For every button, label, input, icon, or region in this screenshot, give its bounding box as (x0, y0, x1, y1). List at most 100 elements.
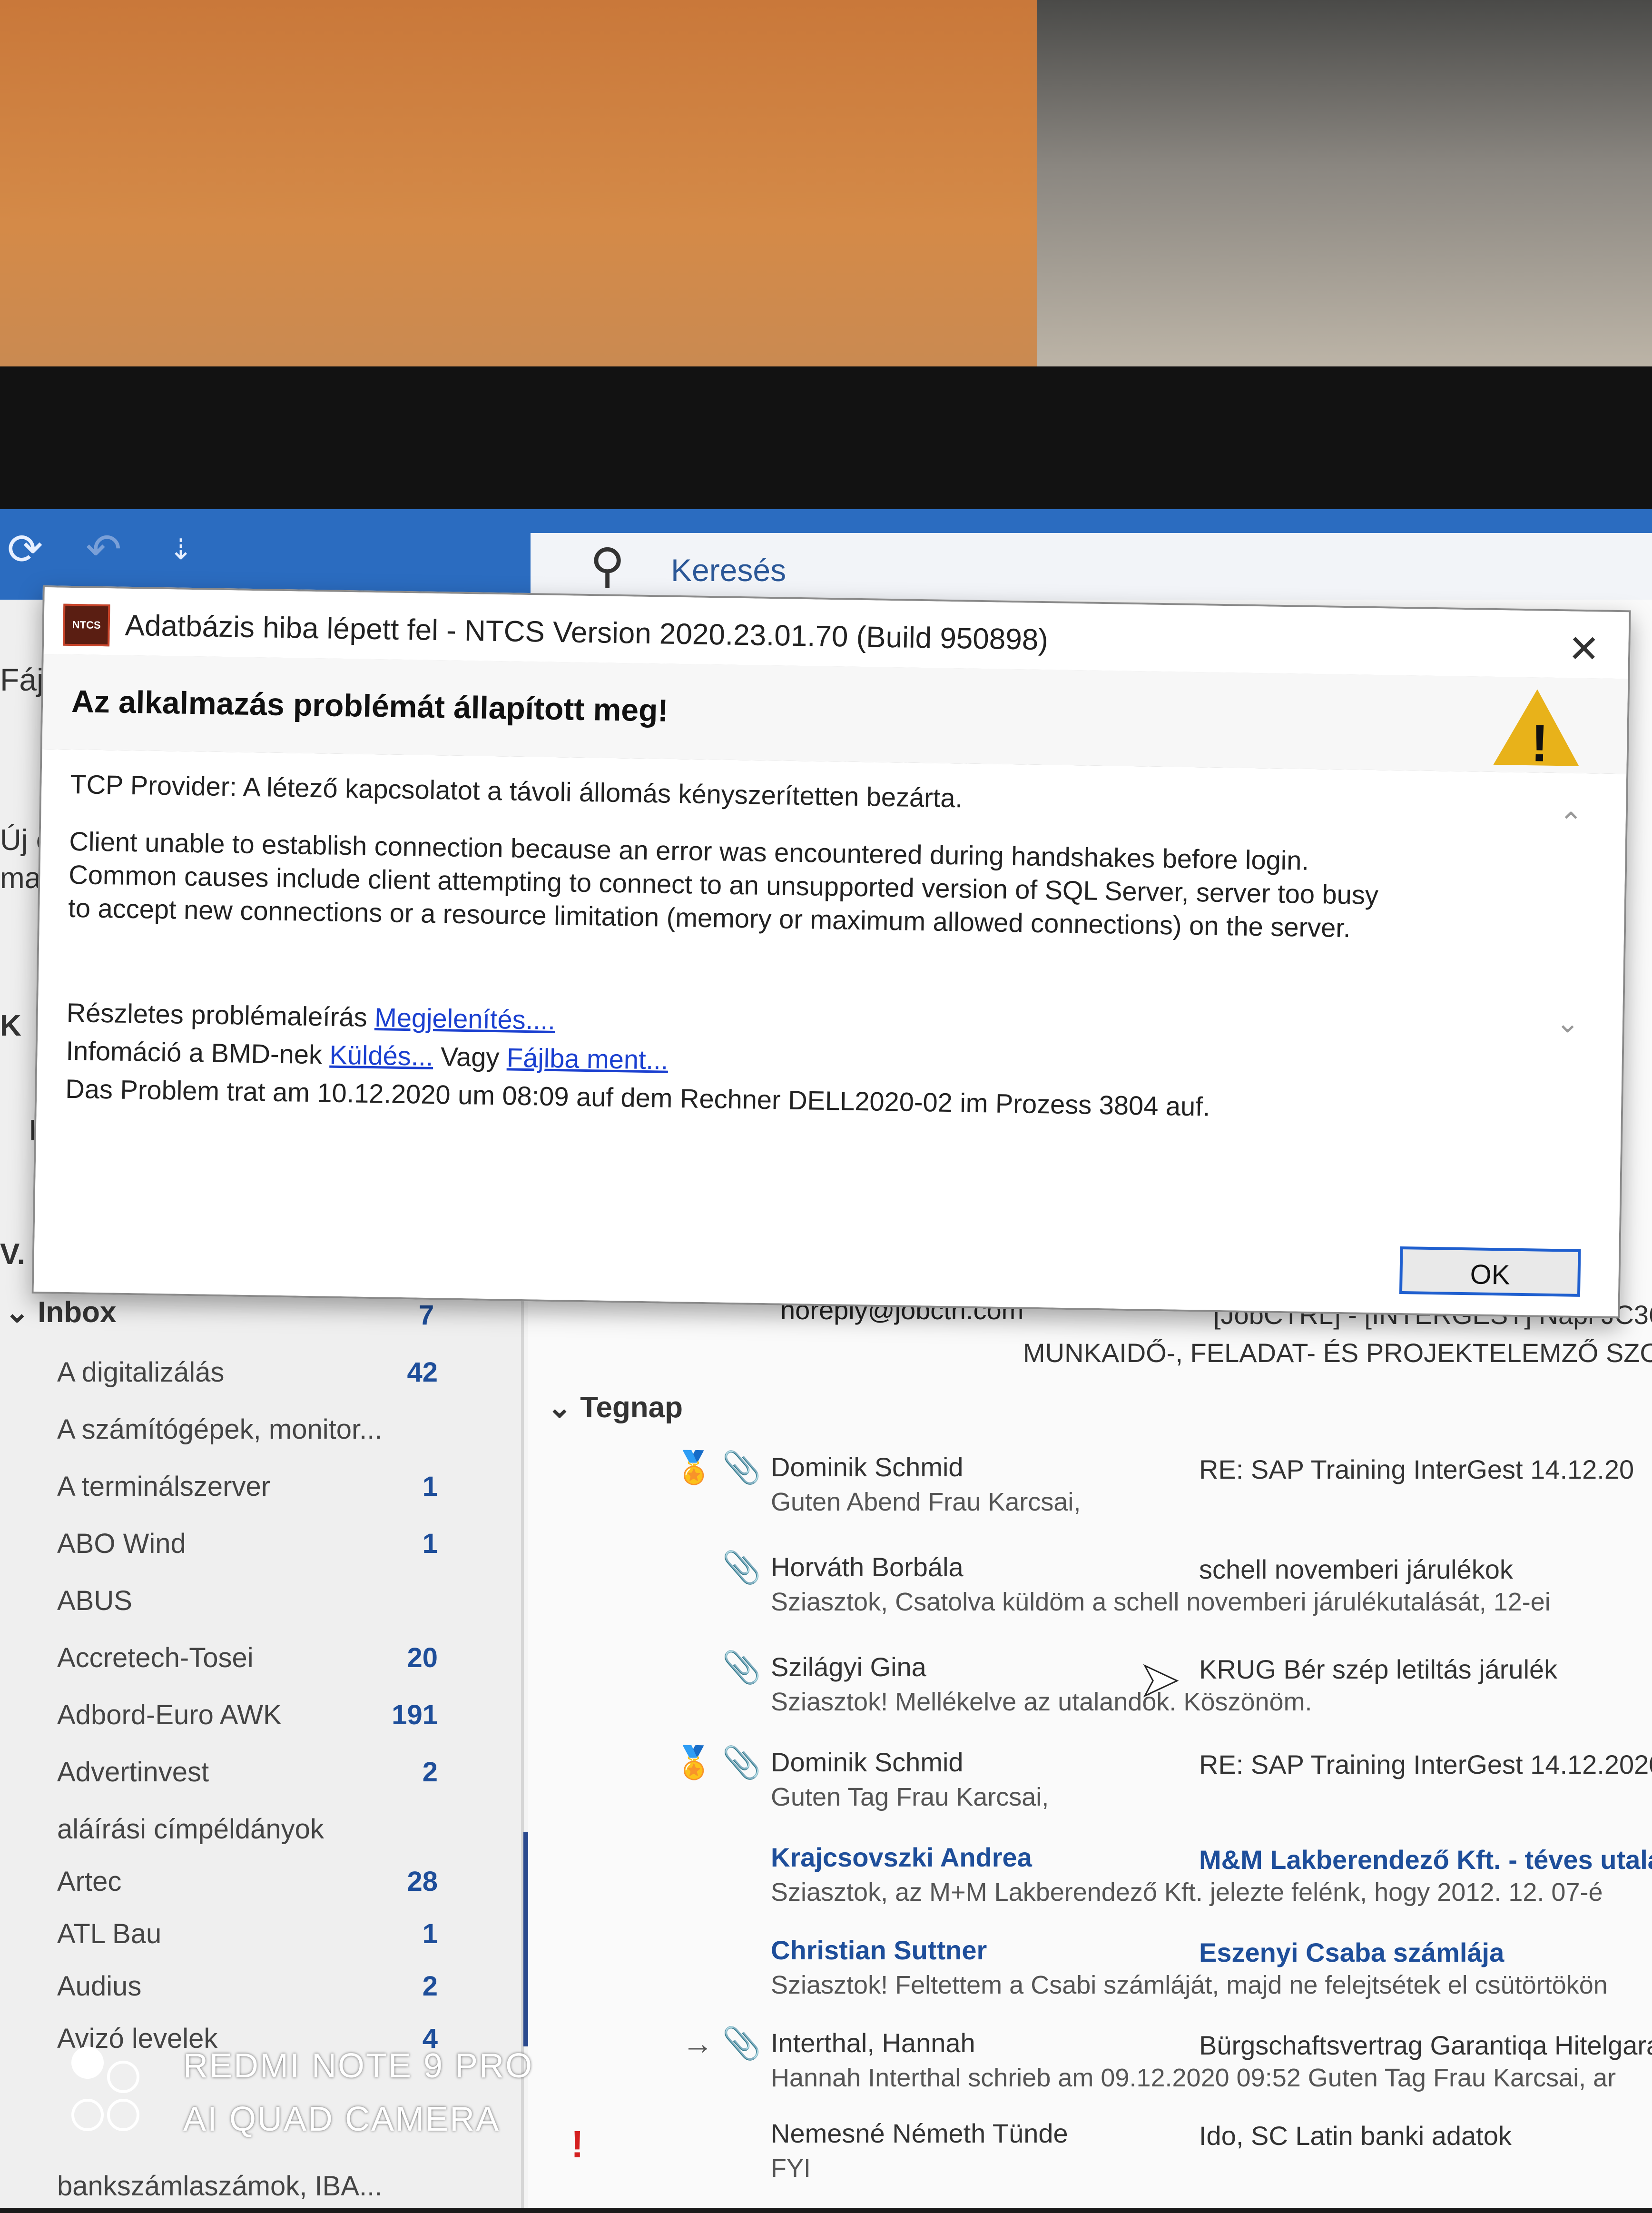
show-details-link[interactable]: Megjelenítés.... (374, 1002, 556, 1035)
mail-from: Christian Suttner (771, 1935, 987, 1965)
mail-subject: Ido, SC Latin banki adatok (1199, 2121, 1512, 2151)
mail-item[interactable]: Christian Suttner Eszenyi Csaba számlája S… (528, 1930, 1652, 2020)
folder-name: Adbord-Euro AWK (57, 1699, 282, 1730)
inbox-folder[interactable]: ⌄ Inbox (5, 1294, 117, 1329)
folder-name: bankszámlaszámok, IBA... (57, 2171, 383, 2202)
folder-item[interactable]: Advertinvest 2 (0, 1747, 457, 1799)
group-header-yesterday[interactable]: ⌄ Tegnap (547, 1390, 683, 1424)
mail-item[interactable]: → 📎 Interthal, Hannah Bürgschaftsvertrag G… (528, 2023, 1652, 2113)
search-placeholder: Keresés (671, 553, 787, 588)
folder-item[interactable]: A digitalizálás 42 (0, 1347, 457, 1399)
background-window (1037, 0, 1652, 414)
mail-item[interactable]: ! Nemesné Németh Tünde Ido, SC Latin banki… (528, 2113, 1652, 2203)
mail-from: Nemesné Németh Tünde (771, 2118, 1068, 2148)
scroll-down-icon[interactable]: ⌄ (1555, 1006, 1580, 1040)
forward-attachment-icon: → 📎 (682, 2025, 761, 2061)
folder-count: 20 (407, 1642, 438, 1673)
mail-subject: Eszenyi Csaba számlája (1199, 1937, 1504, 1967)
info-row: Infomáció a BMD-nek Küldés... Vagy Fájlb… (66, 1035, 669, 1076)
folder-name: Audius (57, 1971, 142, 2002)
chevron-down-icon: ⌄ (5, 1296, 30, 1329)
folder-name: ABO Wind (57, 1528, 186, 1559)
dialog-body: TCP Provider: A létező kapcsolatot a táv… (33, 749, 1627, 1317)
folder-item[interactable]: ATL Bau 1 (0, 1908, 457, 1961)
left-stub-k[interactable]: K (0, 1009, 21, 1043)
error-dialog: NTCS Adatbázis hiba lépett fel - NTCS Ve… (31, 585, 1631, 1319)
folder-name: A digitalizálás (57, 1357, 225, 1388)
scroll-up-icon[interactable]: ⌃ (1559, 806, 1583, 840)
mail-from: Krajcsovszki Andrea (771, 1842, 1032, 1872)
customize-icon[interactable]: ⇣ (169, 528, 193, 571)
mail-from: Szilágyi Gina (771, 1652, 926, 1682)
folder-item[interactable]: Adbord-Euro AWK 191 (0, 1689, 457, 1742)
mail-preview: Hannah Interthal schrieb am 09.12.2020 0… (771, 2064, 1616, 2092)
attachment-icon: 📎 (722, 1550, 761, 1585)
folder-item[interactable]: ABUS (0, 1575, 457, 1628)
folder-item[interactable]: ABO Wind 1 (0, 1518, 457, 1571)
folder-item[interactable]: Accretech-Tosei 20 (0, 1632, 457, 1685)
monitor-bezel (0, 366, 1652, 524)
folder-name: Advertinvest (57, 1757, 209, 1788)
left-stub-ma: ma (0, 862, 41, 895)
folder-count: 1 (422, 1471, 438, 1502)
mail-item[interactable]: 📎 Szilágyi Gina KRUG Bér szép letiltás jár… (528, 1647, 1652, 1737)
undo-icon[interactable]: ↶ (86, 528, 121, 571)
mail-item[interactable]: 🏅 📎 Dominik Schmid RE: SAP Training InterG… (528, 1447, 1652, 1537)
mail-item[interactable]: 📎 Horváth Borbála schell novemberi járulék… (528, 1547, 1652, 1637)
camera-logo-icon (71, 2046, 139, 2137)
inbox-label: Inbox (38, 1296, 117, 1329)
folder-count: 2 (422, 1757, 438, 1788)
mail-preview: Guten Abend Frau Karcsai, (771, 1488, 1081, 1516)
mail-preview: Sziasztok, Csatolva küldöm a schell nove… (771, 1588, 1551, 1616)
dialog-heading: Az alkalmazás problémát állapított meg! (71, 683, 669, 728)
folder-name: ABUS (57, 1585, 132, 1616)
folder-item[interactable]: A terminálszerver 1 (0, 1461, 457, 1513)
folder-count: 1 (422, 1528, 438, 1559)
inbox-count: 7 (419, 1300, 434, 1331)
mail-preview: Sziasztok, az M+M Lakberendező Kft. jele… (771, 1878, 1603, 1907)
mail-preview: Guten Tag Frau Karcsai, (771, 1783, 1049, 1811)
mouse-cursor-icon: ➤ (1139, 1652, 1180, 1707)
mail-from: Dominik Schmid (771, 1747, 964, 1777)
ok-button[interactable]: OK (1399, 1246, 1581, 1297)
info-label: Infomáció a BMD-nek (66, 1035, 323, 1070)
mail-subject-line2: MUNKAIDŐ-, FELADAT- ÉS PROJEKTELEMZŐ SZO (1023, 1338, 1652, 1368)
or-label: Vagy (440, 1041, 500, 1073)
mail-subject: M&M Lakberendező Kft. - téves utalá (1199, 1845, 1652, 1875)
mail-from: Interthal, Hannah (771, 2028, 975, 2058)
save-to-file-link[interactable]: Fájlba ment... (507, 1042, 669, 1075)
left-stub-v[interactable]: V. (0, 1237, 25, 1271)
group-label: Tegnap (580, 1391, 683, 1424)
folder-item[interactable]: Audius 2 (0, 1961, 457, 2013)
send-link[interactable]: Küldés... (329, 1040, 433, 1071)
award-attachment-icon: 🏅 📎 (674, 1450, 761, 1485)
background-wall (0, 0, 1037, 376)
refresh-icon[interactable]: ⟳ (7, 528, 43, 571)
importance-icon: ! (571, 2123, 584, 2165)
folder-count: 1 (422, 1918, 438, 1949)
ribbon: ⟳ ↶ ⇣ ⚲ Keresés (0, 509, 1652, 604)
folder-name: A terminálszerver (57, 1471, 271, 1502)
folder-name: Artec (57, 1866, 122, 1897)
mail-preview: Sziasztok! Feltettem a Csabi számláját, … (771, 1971, 1608, 1999)
mail-subject: RE: SAP Training InterGest 14.12.20 (1199, 1454, 1634, 1484)
folder-item[interactable]: aláírási címpéldányok (0, 1804, 457, 1856)
mail-subject: RE: SAP Training InterGest 14.12.2020 (1199, 1749, 1652, 1779)
folder-name: aláírási címpéldányok (57, 1814, 324, 1845)
folder-name: Accretech-Tosei (57, 1642, 254, 1673)
folder-item[interactable]: A számítógépek, monitor... (0, 1404, 457, 1456)
mail-from: Horváth Borbála (771, 1552, 964, 1582)
watermark-line2: AI QUAD CAMERA (183, 2100, 501, 2138)
mail-item[interactable]: 🏅 📎 Dominik Schmid RE: SAP Training InterG… (528, 1742, 1652, 1832)
folder-count: 2 (422, 1971, 438, 2002)
search-box[interactable]: ⚲ Keresés (531, 533, 1652, 604)
mail-item[interactable]: Krajcsovszki Andrea M&M Lakberendező Kft.… (528, 1837, 1652, 1927)
close-icon[interactable]: ✕ (1568, 626, 1600, 671)
dialog-title: Adatbázis hiba lépett fel - NTCS Version… (125, 609, 1049, 657)
mail-preview: Sziasztok! Mellékelve az utalandók. Kösz… (771, 1688, 1312, 1716)
folder-item[interactable]: bankszámlaszámok, IBA... (0, 2161, 457, 2213)
folder-item[interactable]: Artec 28 (0, 1856, 457, 1908)
ntcs-app-icon: NTCS (63, 603, 110, 647)
attachment-icon: 📎 (722, 1650, 761, 1685)
tab-file[interactable]: Fáj (0, 662, 44, 698)
